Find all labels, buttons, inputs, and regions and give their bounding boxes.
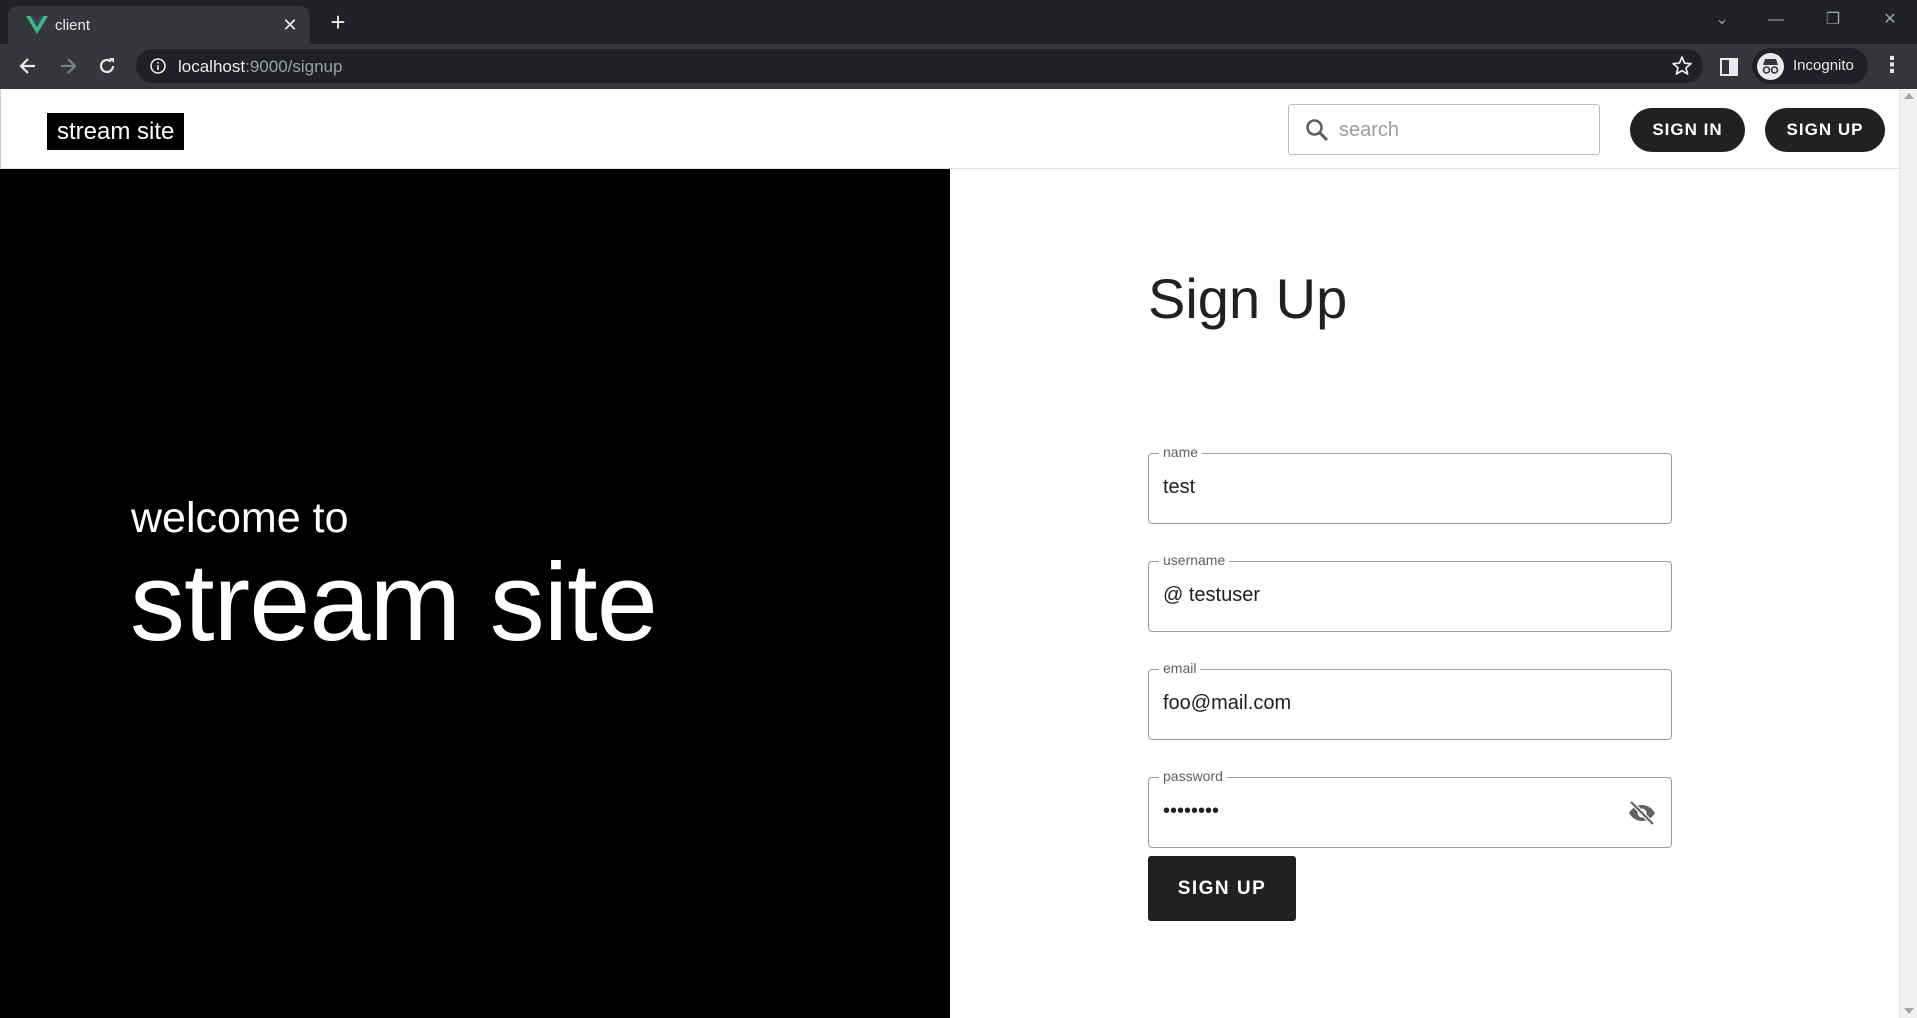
close-window-icon[interactable]: ✕ [1870, 6, 1910, 34]
hero-subtitle: welcome to [131, 494, 349, 542]
username-field-label: username [1159, 552, 1230, 568]
url-text: localhost:9000/signup [178, 57, 342, 77]
site-logo[interactable]: stream site [47, 113, 185, 150]
restore-icon[interactable]: ❐ [1813, 6, 1853, 34]
incognito-icon [1757, 53, 1784, 80]
name-field-label: name [1159, 444, 1203, 460]
url-host: localhost [178, 57, 246, 76]
vue-logo-icon [26, 16, 48, 34]
back-icon[interactable] [12, 50, 44, 82]
email-field-value[interactable]: foo@mail.com [1163, 692, 1291, 715]
sign-up-nav-button[interactable]: SIGN UP [1765, 108, 1885, 152]
username-field[interactable]: username @ testuser [1148, 552, 1672, 632]
url-path: :9000/signup [245, 57, 343, 76]
email-field-label: email [1159, 660, 1201, 676]
hero-panel: welcome to stream site [0, 169, 950, 1018]
hero-title: stream site [130, 541, 658, 664]
reload-icon[interactable] [91, 50, 123, 82]
name-field[interactable]: name test [1148, 444, 1672, 524]
form-title: Sign Up [1148, 267, 1348, 330]
site-info-icon[interactable] [149, 57, 167, 75]
username-field-value[interactable]: @ testuser [1163, 584, 1260, 607]
page: stream site SIGN IN SIGN UP welcome to s… [0, 89, 1899, 1018]
site-header: stream site SIGN IN SIGN UP [0, 89, 1899, 169]
scroll-down-icon[interactable] [1904, 1008, 1914, 1014]
sign-in-button[interactable]: SIGN IN [1630, 108, 1745, 152]
visibility-off-icon[interactable] [1627, 800, 1657, 826]
name-field-value[interactable]: test [1163, 476, 1195, 499]
browser-menu-icon[interactable]: ⋮ [1880, 52, 1904, 80]
bookmark-star-icon[interactable] [1671, 55, 1693, 77]
search-box[interactable] [1288, 104, 1600, 155]
address-bar[interactable]: localhost:9000/signup [136, 49, 1703, 83]
email-field[interactable]: email foo@mail.com [1148, 660, 1672, 740]
search-input[interactable] [1339, 113, 1589, 147]
scroll-up-icon[interactable] [1904, 93, 1914, 99]
incognito-label: Incognito [1793, 57, 1854, 74]
new-tab-icon[interactable]: + [323, 8, 353, 38]
browser-chrome: client ✕ + ⌄ — ❐ ✕ localhost:9000/signup [0, 0, 1917, 89]
incognito-badge[interactable]: Incognito [1752, 48, 1868, 84]
sign-up-submit-button[interactable]: SIGN UP [1148, 856, 1296, 921]
tab-search-icon[interactable]: ⌄ [1702, 6, 1742, 34]
browser-toolbar: localhost:9000/signup Incognito ⋮ [0, 44, 1917, 89]
tab-title: client [55, 17, 91, 34]
search-icon [1306, 119, 1329, 142]
browser-tab[interactable]: client ✕ [8, 6, 310, 44]
tab-close-icon[interactable]: ✕ [278, 13, 302, 37]
password-field-label: password [1159, 768, 1227, 784]
password-field[interactable]: password •••••••• [1148, 768, 1672, 848]
password-field-value[interactable]: •••••••• [1163, 800, 1219, 823]
side-panel-icon[interactable] [1718, 56, 1740, 78]
forward-icon[interactable] [52, 50, 84, 82]
minimize-icon[interactable]: — [1756, 6, 1796, 34]
page-scrollbar[interactable] [1899, 89, 1917, 1018]
signup-form: Sign Up name test username @ testuser em… [950, 169, 1899, 1018]
tab-strip: client ✕ + ⌄ — ❐ ✕ [0, 0, 1917, 44]
